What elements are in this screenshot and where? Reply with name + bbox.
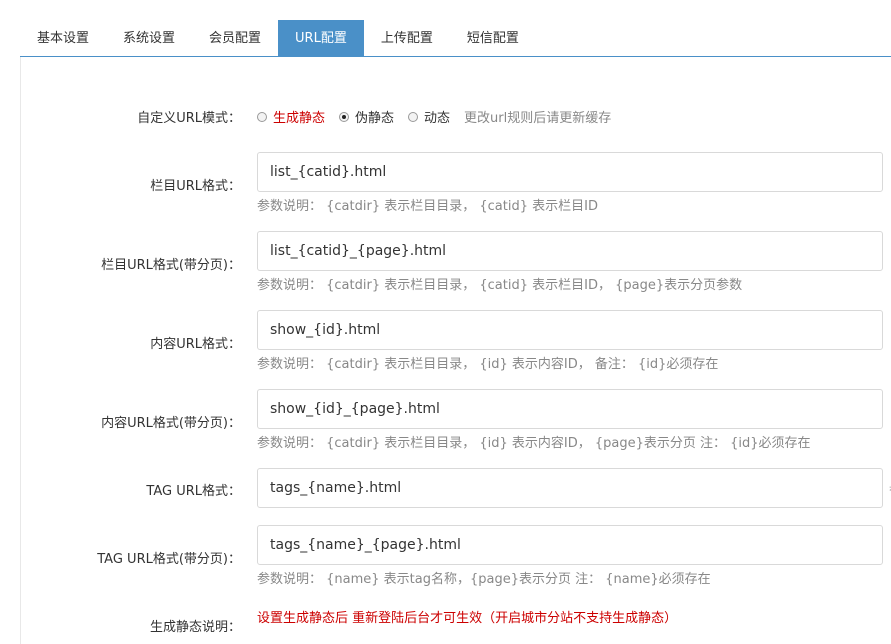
- tab-sms-config[interactable]: 短信配置: [450, 20, 536, 56]
- radio-pseudo-static-label[interactable]: 伪静态: [355, 107, 394, 126]
- tag-url-paged-label: TAG URL格式(带分页)：: [97, 552, 241, 567]
- tab-system-settings[interactable]: 系统设置: [106, 20, 192, 56]
- url-mode-label: 自定义URL模式：: [137, 111, 241, 126]
- content-url-help: 参数说明： {catdir} 表示栏目目录， {id} 表示内容ID， 备注： …: [257, 357, 719, 372]
- tag-url-input[interactable]: [257, 468, 883, 508]
- url-mode-radio-group: 生成静态 伪静态 动态 更改url规则后请更新缓存: [257, 107, 611, 126]
- tab-member-config[interactable]: 会员配置: [192, 20, 278, 56]
- content-url-paged-input[interactable]: [257, 389, 883, 429]
- content-url-label: 内容URL格式：: [150, 337, 241, 352]
- tag-url-paged-input[interactable]: [257, 525, 883, 565]
- radio-option-pseudo-static[interactable]: 伪静态: [339, 107, 394, 126]
- tab-upload-config[interactable]: 上传配置: [364, 20, 450, 56]
- tag-url-paged-help: 参数说明： {name} 表示tag名称，{page}表示分页 注： {name…: [257, 572, 711, 587]
- category-url-help: 参数说明： {catdir} 表示栏目目录， {catid} 表示栏目ID: [257, 199, 598, 214]
- radio-option-static[interactable]: 生成静态: [257, 107, 325, 126]
- url-config-panel: 自定义URL模式： 生成静态 伪静态 动态 更改url规则后请更新缓存 栏目UR…: [20, 57, 891, 644]
- radio-static-label[interactable]: 生成静态: [273, 107, 325, 126]
- radio-dynamic-label[interactable]: 动态: [424, 107, 450, 126]
- content-url-input[interactable]: [257, 310, 883, 350]
- tag-url-label: TAG URL格式：: [146, 484, 241, 499]
- radio-option-dynamic[interactable]: 动态: [408, 107, 450, 126]
- radio-dynamic-circle[interactable]: [408, 111, 419, 122]
- category-url-paged-label: 栏目URL格式(带分页)：: [101, 258, 241, 273]
- content-url-paged-label: 内容URL格式(带分页)：: [101, 416, 241, 431]
- url-mode-note: 更改url规则后请更新缓存: [464, 111, 612, 126]
- tab-url-config[interactable]: URL配置: [278, 20, 364, 56]
- content-url-paged-help: 参数说明： {catdir} 表示栏目目录， {id} 表示内容ID， {pag…: [257, 436, 811, 451]
- category-url-label: 栏目URL格式：: [150, 179, 241, 194]
- category-url-input[interactable]: [257, 152, 883, 192]
- category-url-paged-help: 参数说明： {catdir} 表示栏目目录， {catid} 表示栏目ID， {…: [257, 278, 743, 293]
- radio-static-circle[interactable]: [257, 111, 267, 122]
- radio-pseudo-static-circle[interactable]: [339, 111, 350, 122]
- category-url-paged-input[interactable]: [257, 231, 883, 271]
- tab-basic-settings[interactable]: 基本设置: [20, 20, 106, 56]
- static-note-text: 设置生成静态后 重新登陆后台才可生效（开启城市分站不支持生成静态）: [257, 611, 678, 626]
- settings-tabs: 基本设置 系统设置 会员配置 URL配置 上传配置 短信配置: [20, 20, 891, 57]
- static-note-label: 生成静态说明：: [149, 620, 241, 635]
